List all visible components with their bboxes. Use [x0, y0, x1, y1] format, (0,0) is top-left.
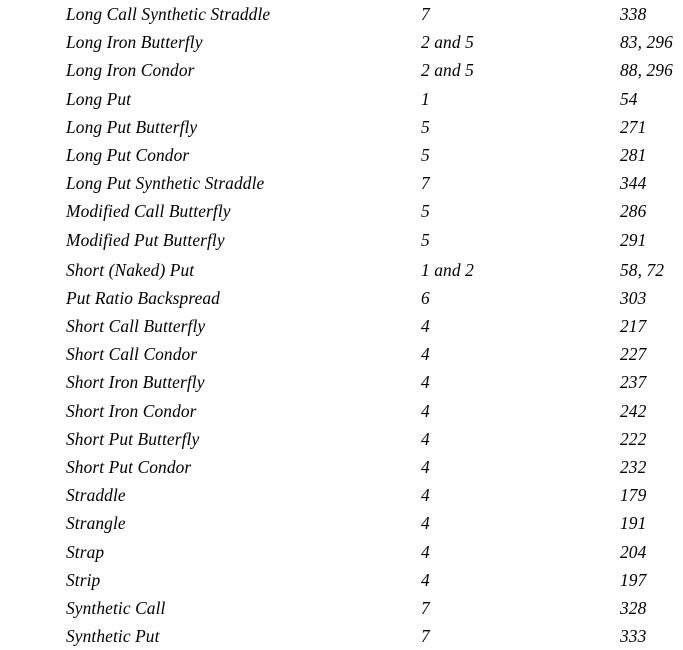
- cell-page: 286: [620, 201, 647, 222]
- cell-page: 83, 296: [620, 32, 673, 53]
- cell-chapter: 4: [421, 457, 430, 477]
- cell-strategy: Long Put Condor: [66, 144, 190, 165]
- cell-page: 281: [620, 144, 647, 165]
- cell-page: 197: [620, 569, 647, 590]
- cell-chapter: 4: [421, 541, 430, 562]
- cell-page: 271: [620, 116, 647, 137]
- cell-chapter: 2 and 5: [421, 60, 474, 81]
- cell-strategy: Straddle: [66, 485, 126, 506]
- table-row: Short Call Condor 4 227: [0, 340, 683, 368]
- cell-chapter: 7: [421, 597, 430, 618]
- table-row: Long Put Condor 5 281: [0, 141, 683, 169]
- cell-page: 222: [620, 428, 647, 449]
- table-row: Synthetic Put 7 333: [0, 622, 683, 650]
- cell-strategy: Synthetic Put: [66, 626, 160, 647]
- cell-page: 88, 296: [620, 60, 673, 81]
- table-row: Modified Put Butterfly 5 291: [0, 226, 683, 254]
- cell-strategy: Strip: [66, 569, 101, 590]
- cell-page: 191: [620, 513, 647, 534]
- table-row: Long Put Butterfly 5 271: [0, 113, 683, 141]
- cell-strategy: Synthetic Call: [66, 597, 166, 618]
- cell-strategy: Modified Put Butterfly: [66, 229, 225, 250]
- cell-chapter: 4: [421, 344, 430, 365]
- cell-chapter: 1: [421, 88, 430, 109]
- cell-strategy: Long Put Synthetic Straddle: [66, 173, 265, 194]
- cell-strategy: Strap: [66, 541, 105, 562]
- table-row: Short Iron Butterfly 4 237: [0, 368, 683, 396]
- cell-chapter: 4: [421, 316, 430, 337]
- cell-page: 344: [620, 173, 647, 194]
- cell-strategy: Short Iron Condor: [66, 400, 197, 421]
- cell-chapter: 5: [421, 116, 430, 137]
- table-row: Long Put Synthetic Straddle 7 344: [0, 169, 683, 197]
- cell-strategy: Modified Call Butterfly: [66, 201, 231, 222]
- cell-strategy: Long Iron Condor: [66, 60, 195, 81]
- strategy-index-table: Long Call Synthetic Straddle 7 338 Long Iro…: [0, 0, 683, 646]
- table-row: Short Put Butterfly 4 222: [0, 425, 683, 453]
- table-row: Put Ratio Backspread 6 303: [0, 284, 683, 312]
- cell-strategy: Short (Naked) Put: [66, 259, 195, 280]
- cell-page: 303: [620, 287, 647, 308]
- table-row: Strangle 4 191: [0, 509, 683, 537]
- cell-chapter: 5: [421, 229, 430, 250]
- cell-chapter: 5: [421, 201, 430, 222]
- cell-page: 242: [620, 400, 647, 421]
- cell-strategy: Long Call Synthetic Straddle: [66, 4, 271, 24]
- table-row: Modified Call Butterfly 5 286: [0, 197, 683, 225]
- cell-page: 232: [620, 457, 647, 477]
- cell-chapter: 6: [421, 287, 430, 308]
- cell-chapter: 4: [421, 428, 430, 449]
- cell-page: 338: [620, 4, 647, 24]
- cell-chapter: 4: [421, 372, 430, 393]
- cell-chapter: 7: [421, 173, 430, 194]
- table-row: Straddle 4 179: [0, 481, 683, 509]
- table-row: Long Call Synthetic Straddle 7 338: [0, 0, 683, 28]
- cell-strategy: Put Ratio Backspread: [66, 287, 220, 308]
- table-row: Short Iron Condor 4 242: [0, 397, 683, 425]
- table-row: Long Iron Butterfly 2 and 5 83, 296: [0, 28, 683, 56]
- table-row: Long Put 1 54: [0, 85, 683, 113]
- cell-page: 333: [620, 626, 647, 647]
- table-row: Long Iron Condor 2 and 5 88, 296: [0, 56, 683, 84]
- cell-strategy: Long Iron Butterfly: [66, 32, 203, 53]
- cell-page: 204: [620, 541, 647, 562]
- cell-chapter: 4: [421, 513, 430, 534]
- table-row: Strip 4 197: [0, 566, 683, 594]
- cell-page: 54: [620, 88, 638, 109]
- cell-strategy: Short Put Butterfly: [66, 428, 200, 449]
- cell-page: 217: [620, 316, 647, 337]
- cell-strategy: Short Iron Butterfly: [66, 372, 205, 393]
- cell-chapter: 4: [421, 485, 430, 506]
- cell-strategy: Short Call Condor: [66, 344, 198, 365]
- cell-strategy: Short Call Butterfly: [66, 316, 206, 337]
- cell-strategy: Strangle: [66, 513, 126, 534]
- cell-strategy: Short Put Condor: [66, 457, 192, 477]
- cell-chapter: 7: [421, 626, 430, 647]
- cell-chapter: 5: [421, 144, 430, 165]
- cell-chapter: 7: [421, 4, 430, 24]
- cell-chapter: 2 and 5: [421, 32, 474, 53]
- cell-chapter: 4: [421, 569, 430, 590]
- cell-page: 58, 72: [620, 259, 665, 280]
- cell-strategy: Long Put Butterfly: [66, 116, 198, 137]
- table-row: Synthetic Call 7 328: [0, 594, 683, 622]
- table-row: Short Call Butterfly 4 217: [0, 312, 683, 340]
- cell-page: 291: [620, 229, 647, 250]
- cell-page: 227: [620, 344, 647, 365]
- cell-strategy: Long Put: [66, 88, 132, 109]
- table-row: Short (Naked) Put 1 and 2 58, 72: [0, 256, 683, 284]
- cell-page: 179: [620, 485, 647, 506]
- table-row: Strap 4 204: [0, 538, 683, 566]
- cell-chapter: 1 and 2: [421, 259, 474, 280]
- cell-chapter: 4: [421, 400, 430, 421]
- table-row: Short Put Condor 4 232: [0, 453, 683, 481]
- cell-page: 328: [620, 597, 647, 618]
- cell-page: 237: [620, 372, 647, 393]
